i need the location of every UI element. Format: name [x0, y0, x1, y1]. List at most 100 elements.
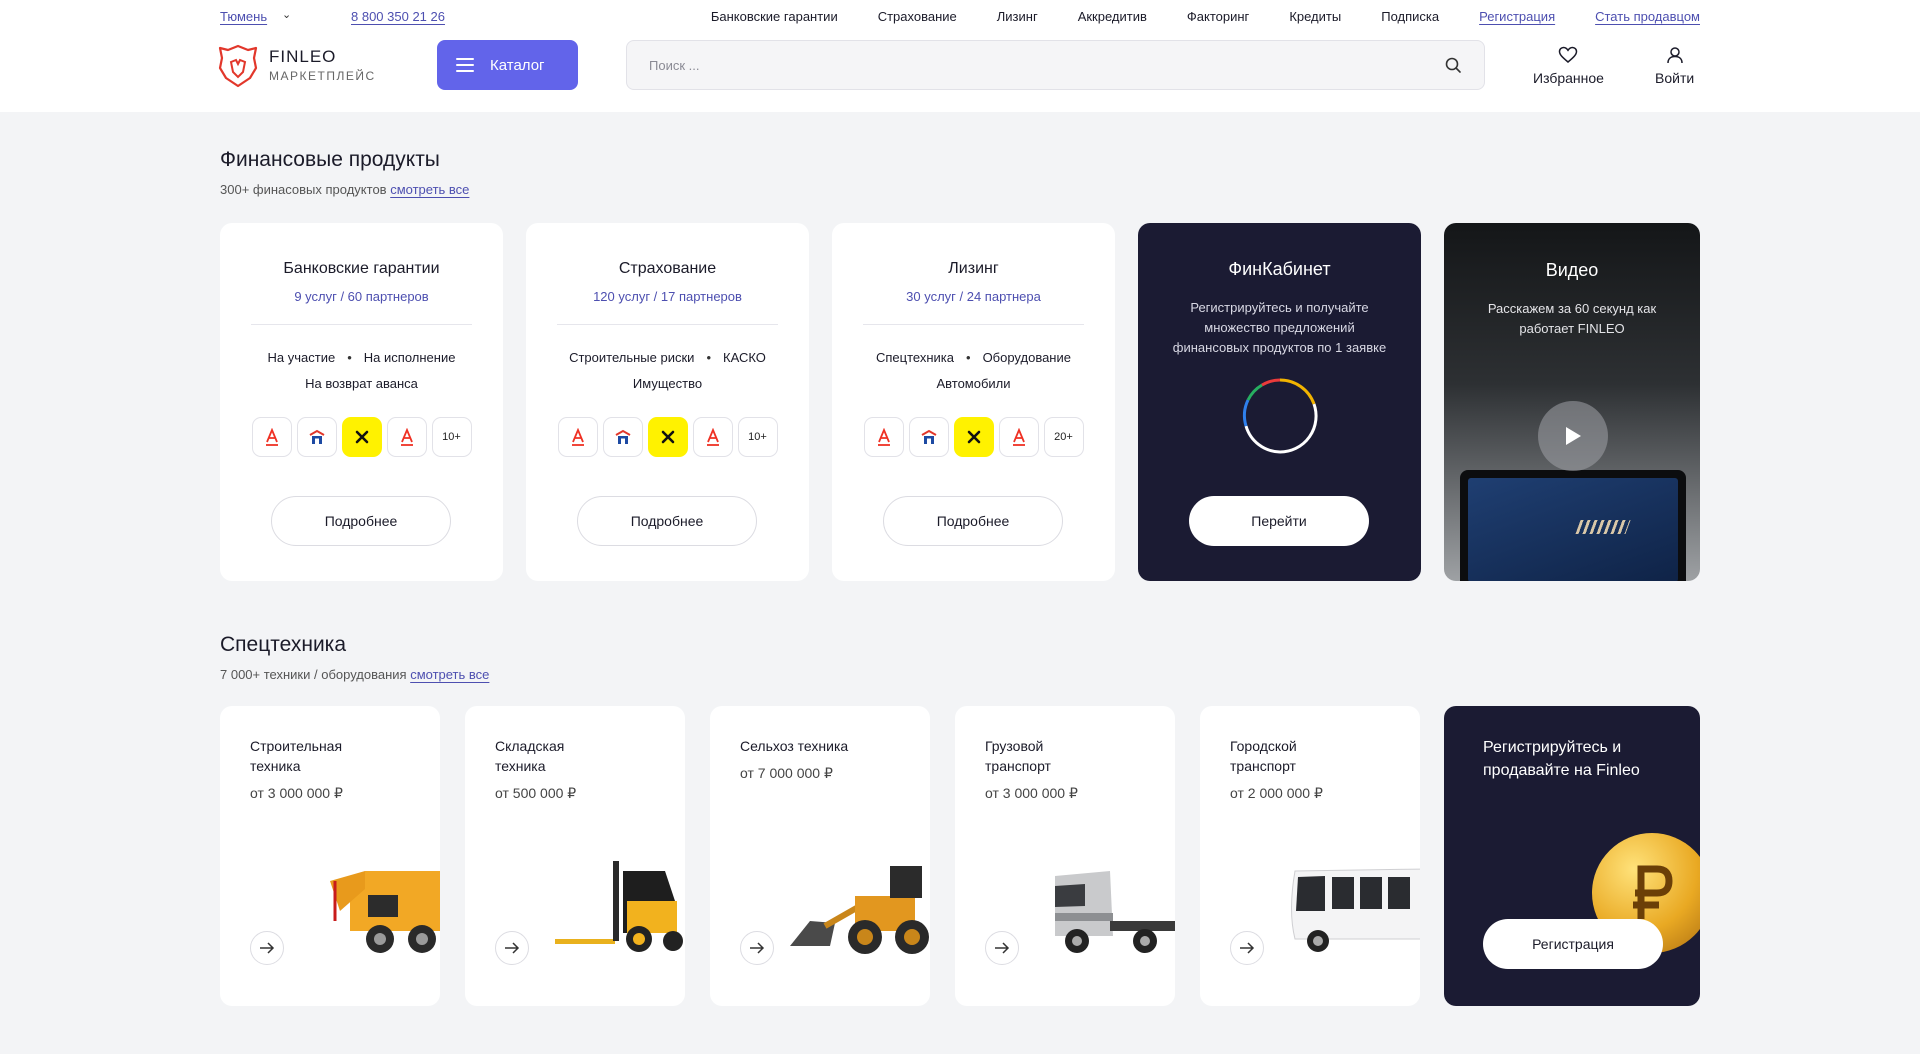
equipment-card-agricultural[interactable]: Сельхоз техника от 7 000 000 ₽	[710, 706, 930, 1006]
nav-subscription[interactable]: Подписка	[1381, 9, 1439, 24]
lion-logo-icon[interactable]	[218, 44, 258, 88]
forklift-image	[555, 861, 683, 952]
card-tags: Строительные риски • КАСКО Имущество	[569, 350, 766, 391]
equipment-card-freight[interactable]: Грузовой транспорт от 3 000 000 ₽	[955, 706, 1175, 1006]
become-seller-link[interactable]: Стать продавцом	[1595, 9, 1700, 24]
equipment-card-warehouse[interactable]: Складская техника от 500 000 ₽	[465, 706, 685, 1006]
arrow-right-button[interactable]	[1230, 931, 1264, 965]
details-button[interactable]: Подробнее	[577, 496, 757, 546]
section-title: Спецтехника	[220, 633, 346, 656]
card-title: Видео	[1545, 260, 1599, 280]
tag[interactable]: Спецтехника	[876, 350, 954, 365]
video-card[interactable]: Видео Расскажем за 60 секунд как работае…	[1444, 223, 1700, 581]
play-button[interactable]	[1538, 401, 1608, 471]
login-button[interactable]: Войти	[1655, 46, 1694, 86]
nav-letter-of-credit[interactable]: Аккредитив	[1078, 9, 1147, 24]
arrow-right-icon	[505, 942, 520, 954]
arrow-right-icon	[260, 942, 275, 954]
tag[interactable]: Имущество	[633, 376, 702, 391]
truck-image	[1055, 871, 1175, 953]
chevron-down-icon[interactable]: ⌄	[282, 8, 291, 21]
raiffeisen-bank-icon	[647, 417, 688, 457]
divider	[557, 324, 778, 325]
search-bar	[626, 40, 1485, 90]
card-title: Грузовой транспорт	[985, 738, 1051, 774]
alfa-bank-icon	[557, 417, 598, 457]
login-label: Войти	[1655, 70, 1695, 86]
heart-icon	[1559, 46, 1578, 63]
go-button[interactable]: Перейти	[1189, 496, 1369, 546]
finance-header: Финансовые продукты 300+ финасовых проду…	[220, 148, 1700, 197]
tag[interactable]: Строительные риски	[569, 350, 694, 365]
see-all-link[interactable]: смотреть все	[410, 667, 489, 682]
product-card-insurance[interactable]: Страхование 120 услуг / 17 партнеров Стр…	[526, 223, 809, 581]
nav-credits[interactable]: Кредиты	[1289, 9, 1341, 24]
phone-link[interactable]: 8 800 350 21 26	[351, 9, 445, 24]
more-partners-count[interactable]: 10+	[737, 417, 778, 457]
nav-factoring[interactable]: Факторинг	[1187, 9, 1249, 24]
search-input[interactable]	[649, 41, 1409, 89]
register-link[interactable]: Регистрация	[1479, 9, 1555, 24]
tag[interactable]: На возврат аванса	[305, 376, 418, 391]
crane-truck-image	[330, 871, 440, 953]
section-title: Финансовые продукты	[220, 148, 440, 171]
fincabinet-card[interactable]: ФинКабинет Регистрируйтесь и получайте м…	[1138, 223, 1421, 581]
tag[interactable]: На участие	[268, 350, 336, 365]
card-price: от 3 000 000 ₽	[985, 785, 1078, 801]
raiffeisen-bank-icon	[953, 417, 994, 457]
more-partners-count[interactable]: 10+	[431, 417, 472, 457]
user-icon	[1666, 47, 1683, 64]
arrow-right-button[interactable]	[740, 931, 774, 965]
card-price: от 3 000 000 ₽	[250, 785, 343, 801]
tag[interactable]: Оборудование	[983, 350, 1071, 365]
card-title: Страхование	[618, 260, 717, 277]
nav-insurance[interactable]: Страхование	[878, 9, 957, 24]
top-bar: Тюмень ⌄ 8 800 350 21 26 Банковские гара…	[220, 0, 1700, 32]
catalog-button[interactable]: Каталог	[437, 40, 578, 90]
video-thumbnail	[1460, 470, 1686, 581]
tag[interactable]: КАСКО	[723, 350, 766, 365]
card-stats: 9 услуг / 60 партнеров	[294, 289, 429, 304]
card-tags: На участие • На исполнение На возврат аван…	[267, 350, 456, 391]
card-stats: 120 услуг / 17 партнеров	[593, 289, 742, 304]
brand-name: FINLEO	[269, 47, 337, 66]
play-icon	[1566, 427, 1581, 445]
nav-leasing[interactable]: Лизинг	[997, 9, 1038, 24]
arrow-right-button[interactable]	[495, 931, 529, 965]
vtb-bank-icon	[602, 417, 643, 457]
arrow-right-icon	[995, 942, 1010, 954]
card-text: Регистрируйтесь и получайте множество пр…	[1172, 300, 1387, 355]
see-all-link[interactable]: смотреть все	[390, 182, 469, 197]
equipment-card-city-transport[interactable]: Городской транспорт от 2 000 000 ₽	[1200, 706, 1420, 1006]
register-button[interactable]: Регистрация	[1483, 919, 1663, 969]
card-text: Расскажем за 60 секунд как работает FINL…	[1487, 301, 1657, 336]
alfa-bank-icon	[863, 417, 904, 457]
partner-banks: 10+	[526, 417, 809, 457]
more-partners-count[interactable]: 20+	[1043, 417, 1084, 457]
details-button[interactable]: Подробнее	[883, 496, 1063, 546]
city-selector[interactable]: Тюмень	[220, 9, 267, 24]
search-icon[interactable]	[1444, 56, 1462, 74]
brand-subtitle: МАРКЕТПЛЕЙС	[269, 69, 376, 83]
details-button[interactable]: Подробнее	[271, 496, 451, 546]
card-price: от 7 000 000 ₽	[740, 765, 833, 781]
arrow-right-button[interactable]	[250, 931, 284, 965]
arrow-right-button[interactable]	[985, 931, 1019, 965]
partner-banks: 10+	[220, 417, 503, 457]
alfa-bank-icon	[251, 417, 292, 457]
tag[interactable]: На исполнение	[364, 350, 456, 365]
subtitle-text: 300+ финасовых продуктов	[220, 182, 387, 197]
vtb-bank-icon	[908, 417, 949, 457]
seller-register-card[interactable]: Регистрируйтесь и продавайте на Finleo Р…	[1444, 706, 1700, 1006]
alfa-bank-icon	[692, 417, 733, 457]
favorites-button[interactable]: Избранное	[1533, 46, 1604, 86]
partner-banks: 20+	[832, 417, 1115, 457]
tag[interactable]: Автомобили	[936, 376, 1010, 391]
nav-bank-guarantees[interactable]: Банковские гарантии	[711, 9, 838, 24]
product-card-bank-guarantees[interactable]: Банковские гарантии 9 услуг / 60 партнер…	[220, 223, 503, 581]
equipment-card-construction[interactable]: Строительная техника от 3 000 000 ₽	[220, 706, 440, 1006]
product-card-leasing[interactable]: Лизинг 30 услуг / 24 партнера Спецтехник…	[832, 223, 1115, 581]
bus-image	[1291, 868, 1420, 952]
vtb-bank-icon	[296, 417, 337, 457]
arrow-right-icon	[750, 942, 765, 954]
